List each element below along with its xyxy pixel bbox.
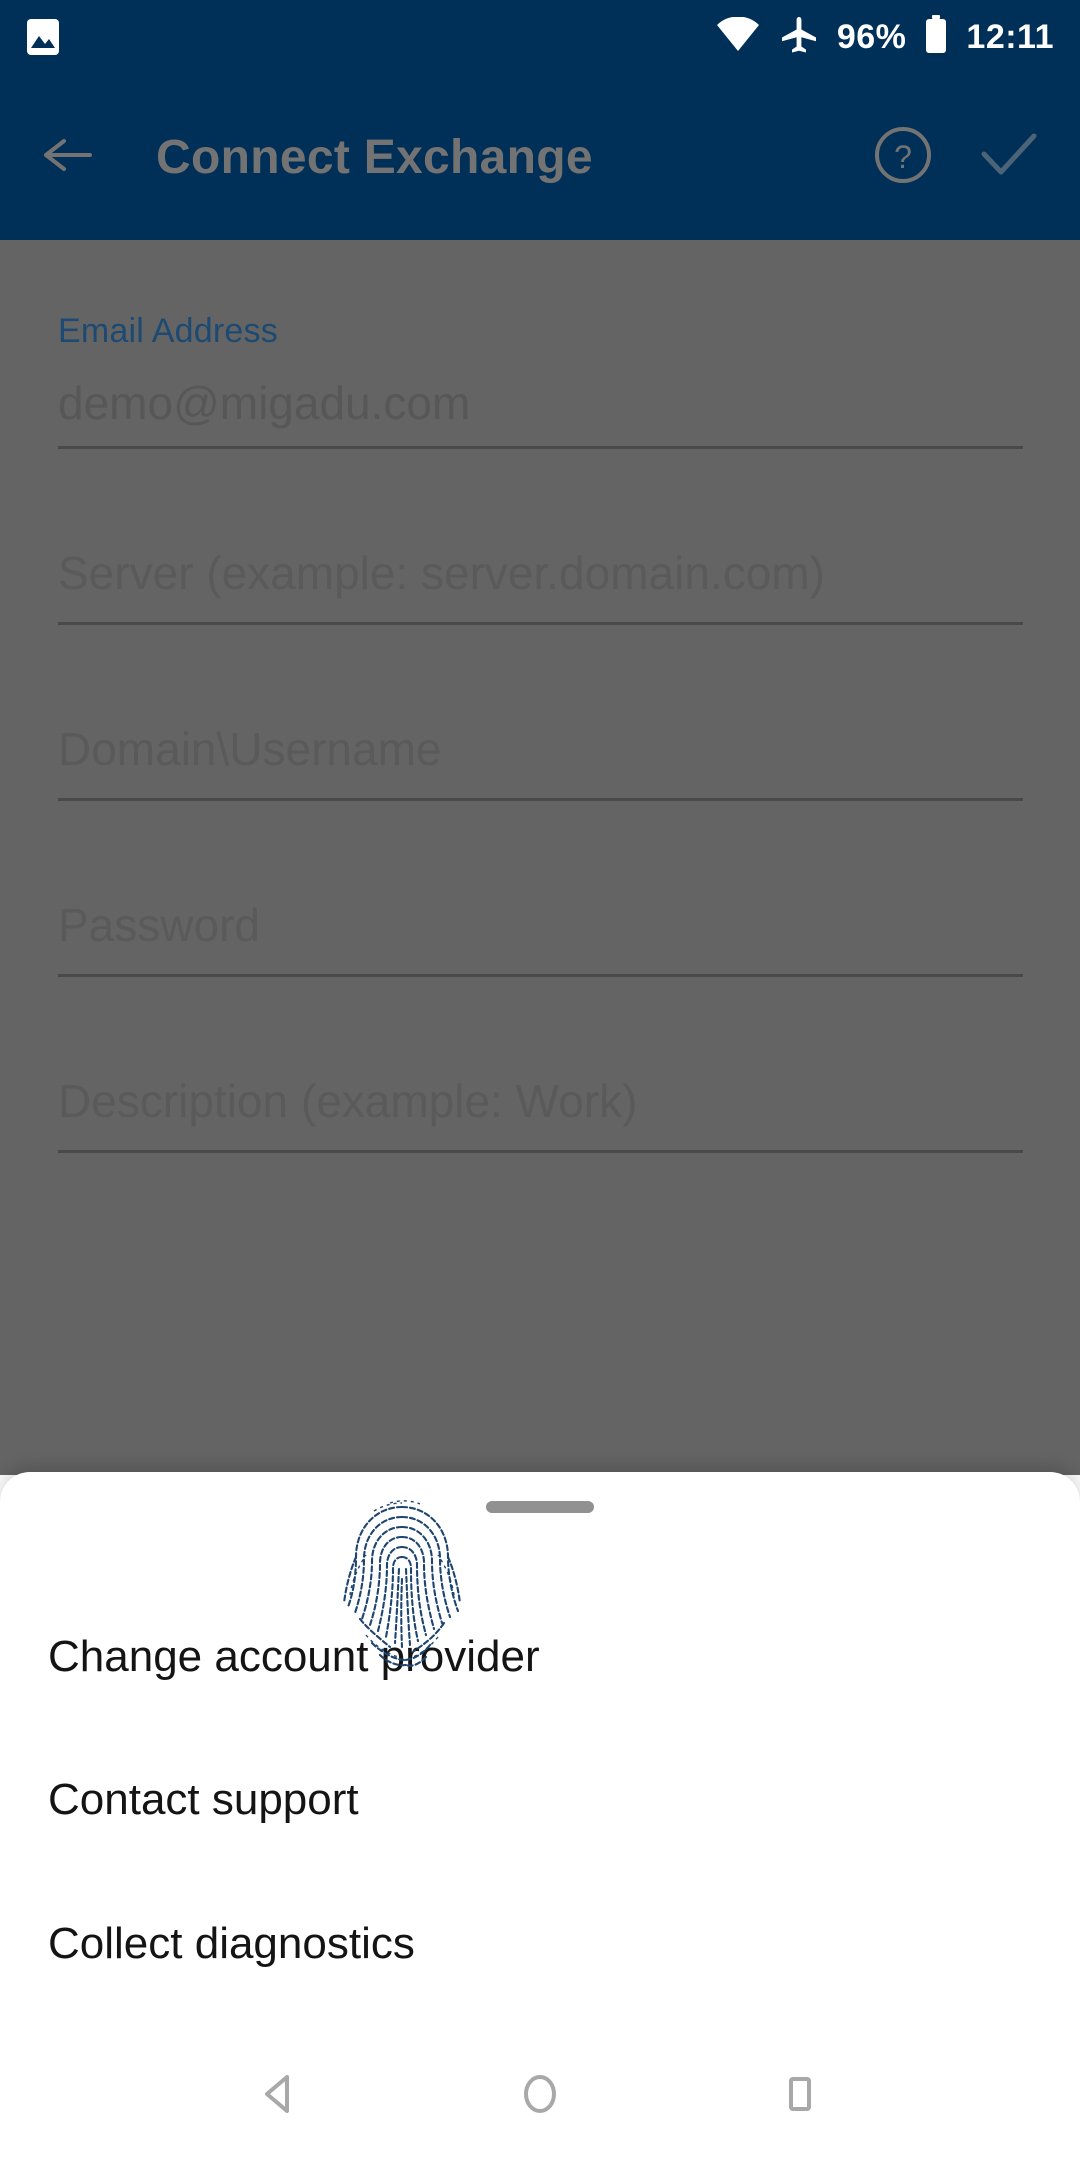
back-arrow-icon[interactable] bbox=[40, 131, 96, 184]
domain-username-field-placeholder: Domain\Username bbox=[58, 723, 442, 775]
photo-icon bbox=[26, 18, 60, 56]
status-bar-left bbox=[26, 18, 60, 56]
android-nav-bar bbox=[0, 2032, 1080, 2160]
app-bar-actions: ? bbox=[872, 124, 1040, 191]
page-title: Connect Exchange bbox=[156, 130, 593, 184]
airplane-mode-icon bbox=[779, 15, 819, 60]
battery-percent-label: 96% bbox=[836, 18, 907, 56]
sheet-item-change-account-provider[interactable]: Change account provider bbox=[48, 1635, 540, 1679]
svg-text:?: ? bbox=[894, 139, 912, 175]
nav-home-icon[interactable] bbox=[517, 2071, 563, 2122]
email-field-group[interactable]: Email Address demo@migadu.com bbox=[58, 314, 1023, 426]
nav-back-icon[interactable] bbox=[257, 2071, 303, 2122]
nav-recents-icon[interactable] bbox=[777, 2071, 823, 2122]
phone-screen: 96% 12:11 Connect Exchange ? Email Addre… bbox=[0, 0, 1080, 2160]
status-bar-clock: 12:11 bbox=[966, 18, 1054, 56]
email-field-underline bbox=[58, 446, 1023, 449]
status-bar: 96% 12:11 bbox=[0, 0, 1080, 74]
password-field-placeholder: Password bbox=[58, 899, 260, 951]
help-circle-icon[interactable]: ? bbox=[872, 124, 934, 191]
domain-username-field-underline bbox=[58, 798, 1023, 801]
email-field-label: Email Address bbox=[58, 312, 278, 350]
server-field-group[interactable]: Server (example: server.domain.com) bbox=[58, 550, 1023, 596]
sheet-item-contact-support[interactable]: Contact support bbox=[48, 1778, 359, 1822]
wifi-icon bbox=[715, 15, 761, 58]
domain-username-field-group[interactable]: Domain\Username bbox=[58, 726, 1023, 772]
password-field-underline bbox=[58, 974, 1023, 977]
description-field-underline bbox=[58, 1150, 1023, 1153]
battery-icon bbox=[924, 14, 948, 60]
description-field-placeholder: Description (example: Work) bbox=[58, 1075, 638, 1127]
sheet-item-collect-diagnostics[interactable]: Collect diagnostics bbox=[48, 1922, 415, 1966]
bottom-sheet: Change account provider Contact support … bbox=[0, 1472, 1080, 2032]
checkmark-icon[interactable] bbox=[978, 128, 1040, 187]
app-bar: Connect Exchange ? bbox=[0, 74, 1080, 240]
server-field-placeholder: Server (example: server.domain.com) bbox=[58, 547, 825, 599]
status-bar-right: 96% 12:11 bbox=[715, 14, 1054, 60]
email-field-value: demo@migadu.com bbox=[58, 377, 471, 429]
password-field-group[interactable]: Password bbox=[58, 902, 1023, 948]
server-field-underline bbox=[58, 622, 1023, 625]
sheet-drag-handle[interactable] bbox=[486, 1501, 594, 1513]
connect-exchange-form: Email Address demo@migadu.com Server (ex… bbox=[0, 240, 1080, 1475]
description-field-group[interactable]: Description (example: Work) bbox=[58, 1078, 1023, 1124]
